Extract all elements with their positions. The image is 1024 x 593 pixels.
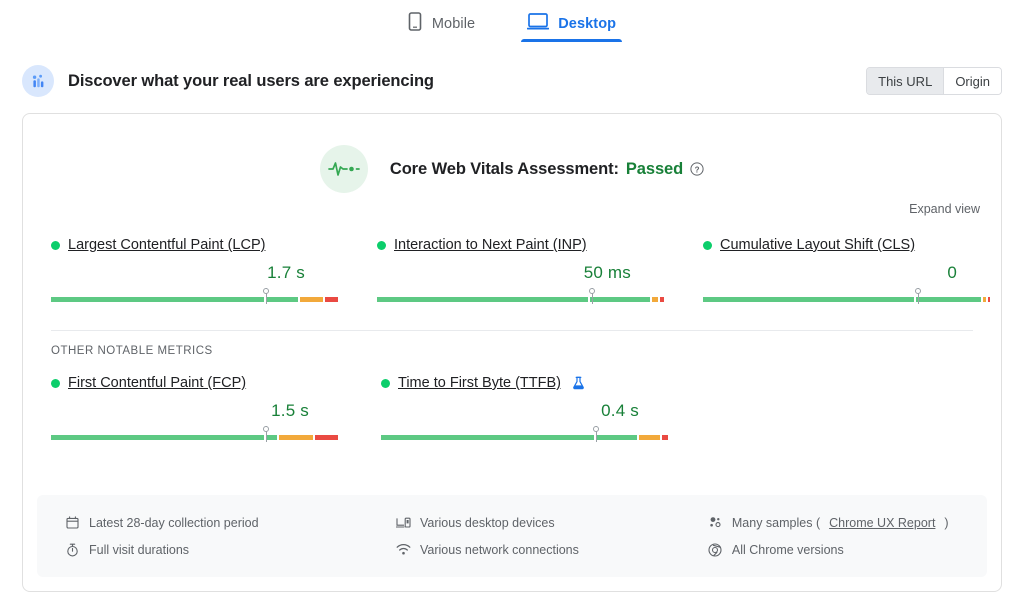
metric-fcp-head: First Contentful Paint (FCP) (51, 375, 353, 391)
devices-icon (396, 516, 411, 529)
tab-desktop-wrapper: Desktop (521, 2, 622, 42)
metric-fcp: First Contentful Paint (FCP) 1.5 s (23, 375, 353, 442)
metadata-network: Various network connections (396, 536, 680, 563)
metric-inp-head: Interaction to Next Paint (INP) (377, 237, 675, 253)
percentile-marker (266, 288, 267, 304)
assessment-text: Core Web Vitals Assessment: Passed ? (390, 160, 704, 179)
metric-cls: Cumulative Layout Shift (CLS) 0 (675, 237, 1001, 304)
metadata-visit-durations: Full visit durations (65, 536, 368, 563)
metric-ttfb-name[interactable]: Time to First Byte (TTFB) (398, 375, 561, 391)
assessment-label: Core Web Vitals Assessment: (390, 160, 619, 179)
pulse-waveform-icon (320, 145, 368, 193)
metric-cls-distribution (703, 288, 990, 304)
distribution-bar (703, 297, 990, 302)
metadata-column-2: Various desktop devices Various network … (368, 509, 680, 563)
other-metrics-label: OTHER NOTABLE METRICS (23, 331, 1001, 357)
field-data-header: Discover what your real users are experi… (22, 61, 1002, 101)
tab-active-underline (521, 39, 622, 42)
metadata-samples: Many samples ( Chrome UX Report) (708, 509, 987, 536)
metric-cls-name[interactable]: Cumulative Layout Shift (CLS) (720, 237, 915, 253)
metadata-chrome-versions-text: All Chrome versions (732, 543, 844, 557)
metadata-samples-text: Many samples ( (732, 516, 820, 530)
status-dot (51, 241, 60, 250)
help-circle-icon[interactable]: ? (690, 162, 704, 176)
distribution-bar (51, 297, 338, 302)
metadata-collection-period-text: Latest 28-day collection period (89, 516, 259, 530)
metadata-column-1: Latest 28-day collection period Full vis… (37, 509, 368, 563)
metadata-column-3: Many samples ( Chrome UX Report) All Chro… (680, 509, 987, 563)
distribution-bar (51, 435, 338, 440)
status-dot (377, 241, 386, 250)
metric-lcp-value: 1.7 s (51, 263, 349, 283)
page-title: Discover what your real users are experi… (68, 72, 434, 91)
tab-desktop[interactable]: Desktop (521, 2, 622, 42)
distribution-bar (377, 297, 664, 302)
svg-text:?: ? (695, 165, 700, 174)
assessment-header: Core Web Vitals Assessment: Passed ? (23, 114, 1001, 193)
field-data-card: Core Web Vitals Assessment: Passed ? Exp… (22, 113, 1002, 592)
metadata-devices-text: Various desktop devices (420, 516, 555, 530)
stopwatch-icon (65, 543, 80, 557)
chrome-ux-report-link[interactable]: Chrome UX Report (829, 516, 935, 530)
samples-icon (708, 516, 723, 529)
metric-inp-distribution (377, 288, 664, 304)
metric-ttfb-distribution (381, 426, 668, 442)
assessment-status: Passed (626, 160, 683, 179)
percentile-marker (596, 426, 597, 442)
status-dot (51, 379, 60, 388)
status-dot (703, 241, 712, 250)
metric-inp: Interaction to Next Paint (INP) 50 ms (349, 237, 675, 304)
wifi-icon (396, 543, 411, 556)
metadata-samples-text-after: ) (944, 516, 948, 530)
chrome-icon (708, 543, 723, 557)
mobile-phone-icon (408, 12, 423, 36)
tab-mobile[interactable]: Mobile (402, 2, 481, 42)
metadata-network-text: Various network connections (420, 543, 579, 557)
metric-ttfb: Time to First Byte (TTFB) 0.4 s (353, 375, 683, 442)
scope-toggle: This URL Origin (866, 67, 1002, 95)
core-web-vitals-metrics: Largest Contentful Paint (LCP) 1.7 s Int… (23, 216, 1001, 304)
collection-metadata-panel: Latest 28-day collection period Full vis… (37, 495, 987, 577)
metric-inp-name[interactable]: Interaction to Next Paint (INP) (394, 237, 587, 253)
field-data-users-icon (22, 65, 54, 97)
metric-lcp-name[interactable]: Largest Contentful Paint (LCP) (68, 237, 265, 253)
metric-ttfb-value: 0.4 s (381, 401, 683, 421)
tab-desktop-label: Desktop (558, 16, 616, 32)
percentile-marker (266, 426, 267, 442)
scope-option-this-url[interactable]: This URL (867, 68, 943, 94)
distribution-bar (381, 435, 668, 440)
metric-fcp-name[interactable]: First Contentful Paint (FCP) (68, 375, 246, 391)
metric-cls-value: 0 (703, 263, 1001, 283)
metadata-collection-period: Latest 28-day collection period (65, 509, 368, 536)
metric-fcp-value: 1.5 s (51, 401, 353, 421)
metadata-visit-durations-text: Full visit durations (89, 543, 189, 557)
scope-option-origin[interactable]: Origin (943, 68, 1001, 94)
metric-ttfb-head: Time to First Byte (TTFB) (381, 375, 683, 391)
metric-lcp-head: Largest Contentful Paint (LCP) (51, 237, 349, 253)
experiment-flask-icon (572, 376, 585, 390)
expand-view-row: Expand view (23, 193, 1001, 216)
tab-mobile-wrapper: Mobile (402, 2, 481, 42)
metric-fcp-distribution (51, 426, 338, 442)
metadata-devices: Various desktop devices (396, 509, 680, 536)
metric-lcp-distribution (51, 288, 338, 304)
device-tab-bar: Mobile Desktop (0, 0, 1024, 48)
expand-view-link[interactable]: Expand view (909, 202, 980, 216)
percentile-marker (918, 288, 919, 304)
other-notable-metrics: First Contentful Paint (FCP) 1.5 s Time … (23, 357, 1001, 442)
percentile-marker (592, 288, 593, 304)
metric-inp-value: 50 ms (377, 263, 675, 283)
status-dot (381, 379, 390, 388)
metric-cls-head: Cumulative Layout Shift (CLS) (703, 237, 1001, 253)
desktop-monitor-icon (527, 12, 549, 36)
metadata-chrome-versions: All Chrome versions (708, 536, 987, 563)
tab-mobile-label: Mobile (432, 16, 475, 32)
metric-lcp: Largest Contentful Paint (LCP) 1.7 s (23, 237, 349, 304)
calendar-icon (65, 516, 80, 529)
